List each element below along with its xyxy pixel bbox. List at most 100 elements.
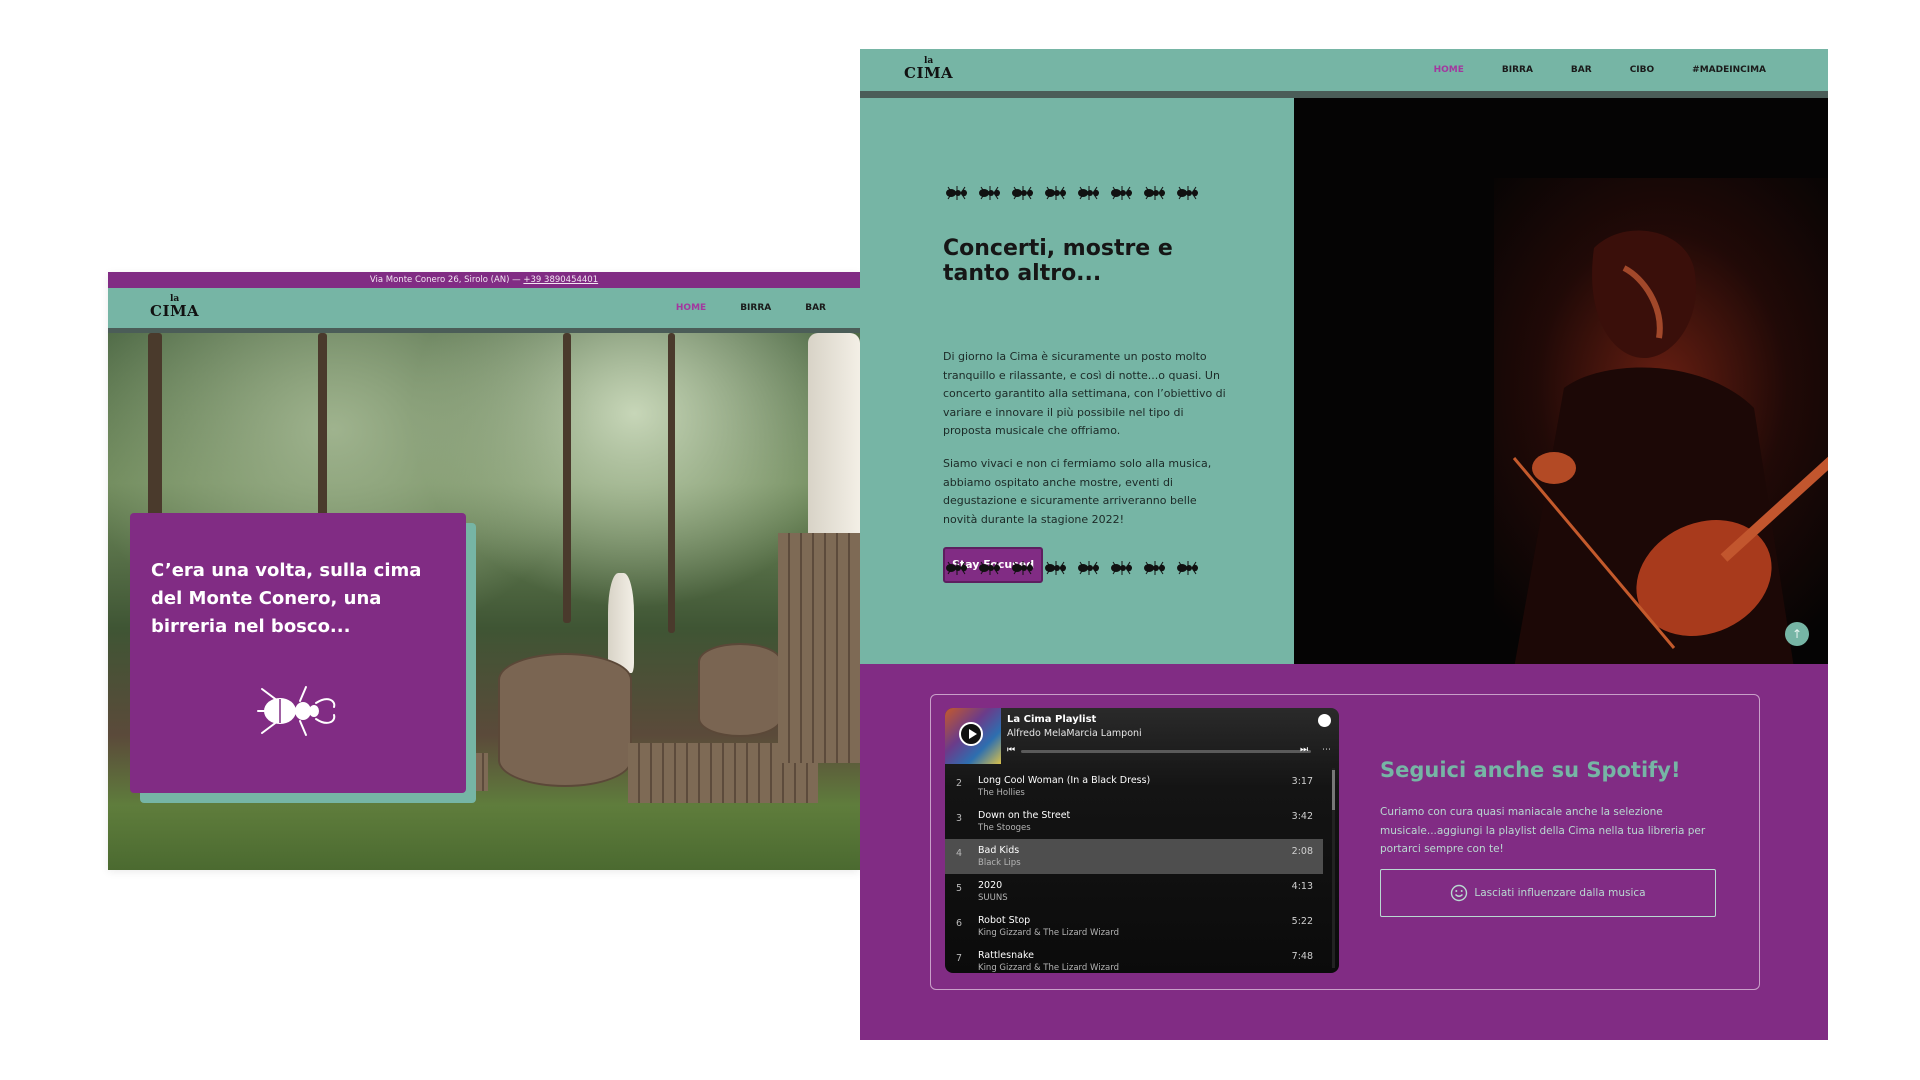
track-name: Bad Kids (978, 845, 1020, 856)
track-row[interactable]: 2 Long Cool Woman (In a Black Dress) The… (945, 769, 1323, 804)
influence-button-label: Lasciati influenzare dalla musica (1474, 887, 1646, 899)
track-row[interactable]: 7 Rattlesnake King Gizzard & The Lizard … (945, 944, 1323, 973)
cable-spool-table (498, 653, 632, 787)
track-name: Down on the Street (978, 810, 1071, 821)
track-number: 4 (956, 848, 963, 859)
right-page-screenshot: la CIMA HOME BIRRA BAR CIBO #MADEINCIMA … (860, 49, 1828, 1040)
left-navbar: la CIMA HOME BIRRA BAR (108, 288, 860, 333)
spotify-frame: La Cima Playlist Alfredo MelaMarcia Lamp… (930, 694, 1760, 990)
track-duration: 7:48 (1291, 951, 1313, 962)
playlist-cover (945, 708, 1001, 764)
track-artist: SUUNS (978, 893, 1008, 903)
nav-links: HOME BIRRA BAR (676, 303, 826, 313)
track-number: 2 (956, 778, 963, 789)
track-number: 7 (956, 953, 963, 964)
ant-icon (1078, 186, 1099, 200)
nav-cibo[interactable]: CIBO (1630, 65, 1654, 75)
track-duration: 3:42 (1291, 811, 1313, 822)
share-icon[interactable]: ⋯ (1322, 745, 1331, 755)
logo-main: CIMA (150, 302, 200, 320)
track-name: Robot Stop (978, 915, 1031, 926)
nav-madeincima[interactable]: #MADEINCIMA (1692, 65, 1766, 75)
logo[interactable]: la CIMA (904, 57, 953, 81)
nav-birra[interactable]: BIRRA (1502, 65, 1533, 75)
concert-photo: ↑ (1294, 98, 1828, 664)
track-row[interactable]: 3 Down on the Street The Stooges 3:42 (945, 804, 1323, 839)
track-artist: King Gizzard & The Lizard Wizard (978, 963, 1119, 973)
track-artist: King Gizzard & The Lizard Wizard (978, 928, 1119, 938)
ant-icon (1012, 186, 1033, 200)
ant-icon (1111, 186, 1132, 200)
track-artist: The Stooges (978, 823, 1031, 833)
track-name: Long Cool Woman (In a Black Dress) (978, 775, 1151, 786)
ant-icon (1111, 561, 1132, 575)
cable-spool-table (698, 643, 782, 737)
scrollbar-thumb[interactable] (1332, 770, 1335, 810)
spotify-description: Curiamo con cura quasi maniacale anche l… (1380, 806, 1706, 855)
track-duration: 4:13 (1291, 881, 1313, 892)
ant-icon (1078, 561, 1099, 575)
ant-icon (979, 186, 1000, 200)
play-button[interactable] (959, 722, 983, 746)
umbrella (608, 573, 634, 673)
progress-bar[interactable] (1021, 750, 1311, 753)
track-name: 2020 (978, 880, 1003, 891)
nav-birra[interactable]: BIRRA (740, 303, 771, 313)
ant-icon (979, 561, 1000, 575)
nav-links: HOME BIRRA BAR CIBO #MADEINCIMA (1434, 65, 1766, 75)
track-row[interactable]: 6 Robot Stop King Gizzard & The Lizard W… (945, 909, 1323, 944)
tree-trunk (668, 333, 675, 633)
ant-icon (1012, 561, 1033, 575)
spotify-logo-icon[interactable] (1318, 714, 1331, 727)
events-title: Concerti, mostre e tanto altro... (943, 236, 1173, 286)
track-number: 3 (956, 813, 963, 824)
address-bar: Via Monte Conero 26, Sirolo (AN) — +39 3… (108, 272, 860, 288)
spotify-heading: Seguici anche su Spotify! (1380, 758, 1681, 782)
track-number: 5 (956, 883, 963, 894)
ant-icon (1045, 186, 1066, 200)
pallet-bench (778, 533, 860, 763)
beetle-icon (257, 686, 336, 736)
track-duration: 3:17 (1291, 776, 1313, 787)
track-row-active[interactable]: 4 Bad Kids Black Lips 2:08 (945, 839, 1323, 874)
ant-icon (946, 561, 967, 575)
track-number: 6 (956, 918, 963, 929)
track-artist: The Hollies (978, 788, 1025, 798)
track-row[interactable]: 5 2020 SUUNS 4:13 (945, 874, 1323, 909)
influence-button[interactable]: Lasciati influenzare dalla musica (1380, 869, 1716, 917)
ant-icon (946, 186, 967, 200)
ant-row-bottom (944, 561, 1201, 575)
track-duration: 5:22 (1291, 916, 1313, 927)
playlist-title[interactable]: La Cima Playlist (1007, 714, 1096, 725)
ant-icon (1045, 561, 1066, 575)
ant-icon (1177, 186, 1198, 200)
nav-bar[interactable]: BAR (1571, 65, 1592, 75)
events-paragraph: Di giorno la Cima è sicuramente un posto… (943, 350, 1226, 437)
spotify-player[interactable]: La Cima Playlist Alfredo MelaMarcia Lamp… (945, 708, 1339, 973)
logo-main: CIMA (904, 64, 954, 82)
forest-photo: C’era una volta, sulla cima del Monte Co… (108, 333, 860, 870)
spotify-section: La Cima Playlist Alfredo MelaMarcia Lamp… (860, 664, 1828, 1040)
ant-icon (1144, 561, 1165, 575)
scroll-to-top-button[interactable]: ↑ (1785, 622, 1809, 646)
ant-icon (1144, 186, 1165, 200)
nav-bar[interactable]: BAR (805, 303, 826, 313)
playlist-owner[interactable]: Alfredo MelaMarcia Lamponi (1007, 728, 1142, 739)
track-list: 2 Long Cool Woman (In a Black Dress) The… (945, 769, 1323, 973)
events-paragraph: Siamo vivaci e non ci fermiamo solo alla… (943, 457, 1212, 526)
previous-track-icon[interactable]: ⏮ (1007, 745, 1015, 755)
track-artist: Black Lips (978, 858, 1021, 868)
ant-icon (1177, 561, 1198, 575)
nav-home[interactable]: HOME (1434, 65, 1464, 75)
next-track-icon[interactable]: ⏭ (1300, 745, 1308, 755)
logo[interactable]: la CIMA (150, 295, 199, 319)
address-text: Via Monte Conero 26, Sirolo (AN) — (369, 275, 521, 285)
tree-trunk (563, 333, 571, 623)
intro-text: C’era una volta, sulla cima del Monte Co… (151, 560, 422, 637)
ant-row-top (944, 186, 1201, 200)
phone-link[interactable]: +39 3890454401 (523, 275, 598, 285)
events-panel: Concerti, mostre e tanto altro... Di gio… (860, 98, 1294, 664)
intro-card: C’era una volta, sulla cima del Monte Co… (130, 513, 466, 793)
smile-icon (1451, 884, 1468, 902)
nav-home[interactable]: HOME (676, 303, 706, 313)
